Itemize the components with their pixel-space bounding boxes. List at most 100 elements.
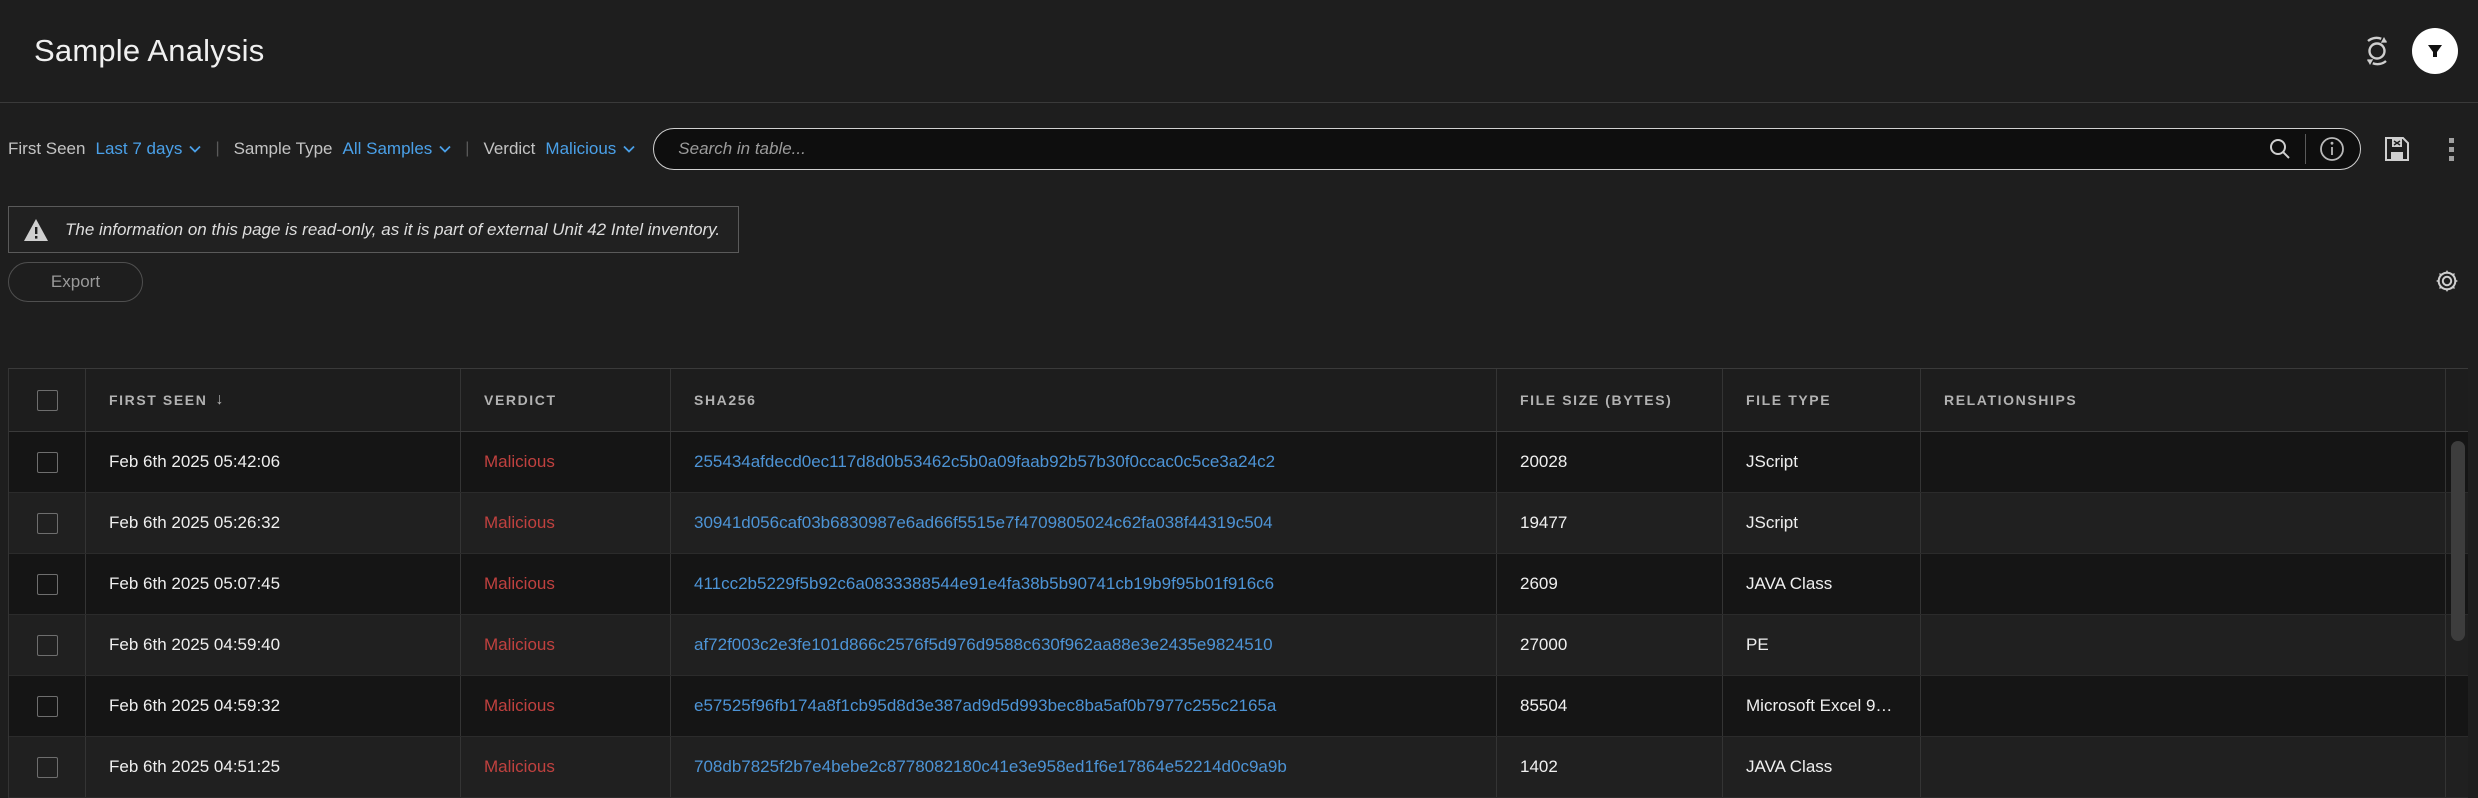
cell-relationships bbox=[1921, 676, 2446, 736]
table-row: Feb 6th 2025 05:26:32 Malicious 30941d05… bbox=[9, 493, 2468, 554]
table-body: Feb 6th 2025 05:42:06 Malicious 255434af… bbox=[9, 432, 2468, 798]
cell-file-size: 85504 bbox=[1497, 676, 1723, 736]
file-type-value: PE bbox=[1746, 635, 1769, 655]
verdict-badge: Malicious bbox=[484, 757, 555, 777]
filter-avatar-button[interactable] bbox=[2412, 28, 2458, 74]
row-select-cell bbox=[9, 554, 86, 614]
verdict-badge: Malicious bbox=[484, 452, 555, 472]
row-checkbox[interactable] bbox=[37, 513, 58, 534]
sort-desc-icon[interactable]: ↓ bbox=[215, 391, 223, 409]
row-checkbox[interactable] bbox=[37, 452, 58, 473]
file-type-value: Microsoft Excel 9… bbox=[1746, 696, 1892, 716]
cell-verdict: Malicious bbox=[461, 737, 671, 797]
first-seen-value: Feb 6th 2025 05:07:45 bbox=[109, 574, 280, 594]
cell-sha256: 411cc2b5229f5b92c6a0833388544e91e4fa38b5… bbox=[671, 554, 1497, 614]
cell-verdict: Malicious bbox=[461, 615, 671, 675]
verdict-badge: Malicious bbox=[484, 513, 555, 533]
row-checkbox[interactable] bbox=[37, 696, 58, 717]
chevron-down-icon bbox=[623, 145, 635, 153]
cell-relationships bbox=[1921, 737, 2446, 797]
verdict-badge: Malicious bbox=[484, 635, 555, 655]
table-row: Feb 6th 2025 05:42:06 Malicious 255434af… bbox=[9, 432, 2468, 493]
filter-first-seen-value: Last 7 days bbox=[95, 139, 182, 159]
verdict-badge: Malicious bbox=[484, 696, 555, 716]
save-view-button[interactable] bbox=[2383, 135, 2411, 163]
table-scrollbar-thumb[interactable] bbox=[2451, 441, 2465, 641]
kebab-dot bbox=[2449, 147, 2454, 152]
cell-relationships bbox=[1921, 432, 2446, 492]
cell-relationships bbox=[1921, 493, 2446, 553]
column-header-label: RELATIONSHIPS bbox=[1944, 392, 2077, 408]
table-row: Feb 6th 2025 04:59:32 Malicious e57525f9… bbox=[9, 676, 2468, 737]
sha256-link[interactable]: e57525f96fb174a8f1cb95d8d3e387ad9d5d993b… bbox=[694, 696, 1276, 716]
file-type-value: JScript bbox=[1746, 452, 1798, 472]
file-size-value: 20028 bbox=[1520, 452, 1567, 472]
filter-sample-type-value: All Samples bbox=[343, 139, 433, 159]
sha256-link[interactable]: 30941d056caf03b6830987e6ad66f5515e7f4709… bbox=[694, 513, 1273, 533]
column-header-file-size[interactable]: FILE SIZE (BYTES) bbox=[1497, 369, 1723, 431]
table-settings-button[interactable] bbox=[2432, 266, 2462, 296]
filter-sample-type-dropdown[interactable]: All Samples bbox=[343, 139, 452, 159]
search-input[interactable] bbox=[678, 139, 2267, 159]
export-button[interactable]: Export bbox=[8, 262, 143, 302]
column-header-verdict[interactable]: VERDICT bbox=[461, 369, 671, 431]
readonly-banner: The information on this page is read-onl… bbox=[8, 206, 739, 253]
filter-first-seen-dropdown[interactable]: Last 7 days bbox=[95, 139, 201, 159]
column-header-first-seen[interactable]: FIRST SEEN ↓ bbox=[86, 369, 461, 431]
row-checkbox[interactable] bbox=[37, 574, 58, 595]
save-icon bbox=[2383, 135, 2411, 163]
scrollbar-gutter bbox=[2446, 676, 2468, 736]
column-header-sha256[interactable]: SHA256 bbox=[671, 369, 1497, 431]
cell-file-type: JScript bbox=[1723, 493, 1921, 553]
cell-file-type: Microsoft Excel 9… bbox=[1723, 676, 1921, 736]
cell-verdict: Malicious bbox=[461, 493, 671, 553]
filter-first-seen: First Seen Last 7 days bbox=[8, 139, 201, 159]
row-select-cell bbox=[9, 676, 86, 736]
cell-file-size: 20028 bbox=[1497, 432, 1723, 492]
kebab-dot bbox=[2449, 156, 2454, 161]
info-icon[interactable] bbox=[2318, 135, 2346, 163]
column-header-file-type[interactable]: FILE TYPE bbox=[1723, 369, 1921, 431]
filter-first-seen-label: First Seen bbox=[8, 139, 85, 159]
page-title: Sample Analysis bbox=[34, 33, 264, 69]
file-type-value: JAVA Class bbox=[1746, 574, 1832, 594]
header-actions bbox=[2358, 28, 2458, 74]
cell-sha256: 708db7825f2b7e4bebe2c8778082180c41e3e958… bbox=[671, 737, 1497, 797]
cell-verdict: Malicious bbox=[461, 676, 671, 736]
file-size-value: 1402 bbox=[1520, 757, 1558, 777]
column-header-relationships[interactable]: RELATIONSHIPS bbox=[1921, 369, 2446, 431]
sha256-link[interactable]: 255434afdecd0ec117d8d0b53462c5b0a09faab9… bbox=[694, 452, 1275, 472]
samples-table: FIRST SEEN ↓ VERDICT SHA256 FILE SIZE (B… bbox=[8, 368, 2468, 798]
search-icon[interactable] bbox=[2267, 136, 2293, 162]
cell-verdict: Malicious bbox=[461, 554, 671, 614]
table-header-row: FIRST SEEN ↓ VERDICT SHA256 FILE SIZE (B… bbox=[9, 369, 2468, 432]
sha256-link[interactable]: af72f003c2e3fe101d866c2576f5d976d9588c63… bbox=[694, 635, 1273, 655]
sha256-link[interactable]: 708db7825f2b7e4bebe2c8778082180c41e3e958… bbox=[694, 757, 1287, 777]
column-header-label: VERDICT bbox=[484, 392, 557, 408]
cell-relationships bbox=[1921, 554, 2446, 614]
chevron-down-icon bbox=[439, 145, 451, 153]
filter-separator: | bbox=[215, 140, 219, 158]
filter-verdict-dropdown[interactable]: Malicious bbox=[545, 139, 635, 159]
row-checkbox[interactable] bbox=[37, 635, 58, 656]
column-header-label: FIRST SEEN bbox=[109, 392, 207, 408]
app-header: Sample Analysis bbox=[0, 0, 2478, 103]
row-checkbox[interactable] bbox=[37, 757, 58, 778]
funnel-icon bbox=[2425, 41, 2445, 61]
file-size-value: 27000 bbox=[1520, 635, 1567, 655]
auto-refresh-button[interactable] bbox=[2358, 32, 2396, 70]
first-seen-value: Feb 6th 2025 04:59:40 bbox=[109, 635, 280, 655]
kebab-menu-button[interactable] bbox=[2449, 138, 2454, 161]
select-all-checkbox[interactable] bbox=[37, 390, 58, 411]
cell-first-seen: Feb 6th 2025 04:59:32 bbox=[86, 676, 461, 736]
column-header-label: SHA256 bbox=[694, 392, 757, 408]
cell-first-seen: Feb 6th 2025 04:59:40 bbox=[86, 615, 461, 675]
cell-file-type: JAVA Class bbox=[1723, 554, 1921, 614]
cell-first-seen: Feb 6th 2025 05:26:32 bbox=[86, 493, 461, 553]
column-header-label: FILE SIZE (BYTES) bbox=[1520, 392, 1672, 408]
cell-file-type: JScript bbox=[1723, 432, 1921, 492]
sha256-link[interactable]: 411cc2b5229f5b92c6a0833388544e91e4fa38b5… bbox=[694, 574, 1274, 594]
kebab-dot bbox=[2449, 138, 2454, 143]
cell-first-seen: Feb 6th 2025 05:42:06 bbox=[86, 432, 461, 492]
file-size-value: 19477 bbox=[1520, 513, 1567, 533]
